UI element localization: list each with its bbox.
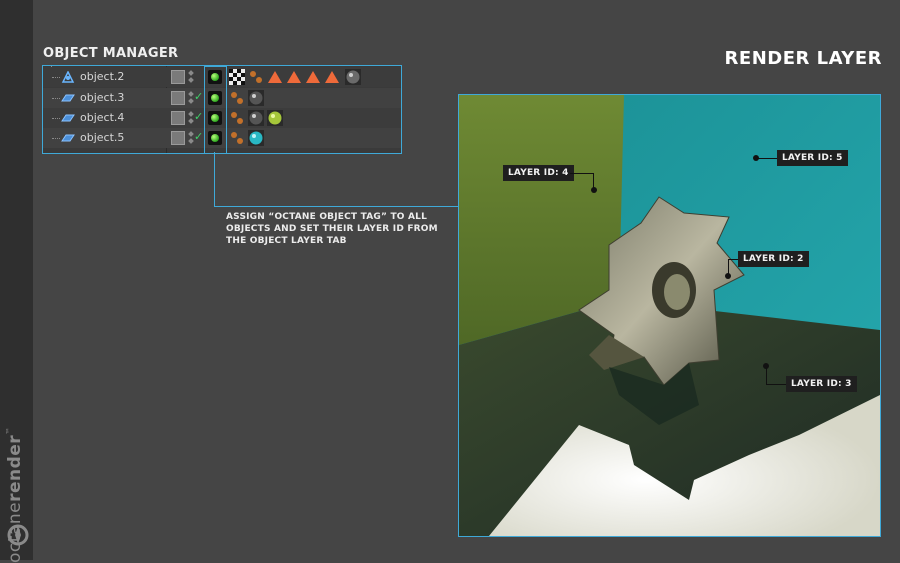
label-leader-line xyxy=(570,173,593,174)
label-leader-line xyxy=(757,158,777,159)
label-leader-line xyxy=(766,384,786,385)
texture-dots-icon[interactable] xyxy=(229,130,245,146)
layer-marker xyxy=(591,187,597,193)
layer-id-label: LAYER ID: 3 xyxy=(786,376,857,392)
null-object-icon xyxy=(61,71,75,83)
octane-render-logo: octanerender™ xyxy=(2,308,32,563)
selection-triangle-icon[interactable] xyxy=(305,69,321,85)
texture-dots-icon[interactable] xyxy=(248,69,264,85)
plane-object-icon xyxy=(61,134,75,142)
object-name[interactable]: object.5 xyxy=(80,131,124,144)
material-sphere-icon[interactable] xyxy=(248,110,264,126)
tree-branch xyxy=(52,98,60,100)
visibility-toggle[interactable] xyxy=(171,131,185,145)
visibility-toggle[interactable] xyxy=(171,91,185,105)
texture-dots-icon[interactable] xyxy=(229,90,245,106)
texture-dots-icon[interactable] xyxy=(229,110,245,126)
render-dots-icon[interactable] xyxy=(187,70,195,84)
material-sphere-icon[interactable] xyxy=(345,69,361,85)
octane-logo-icon xyxy=(7,524,29,546)
selection-triangle-icon[interactable] xyxy=(324,69,340,85)
selection-triangle-icon[interactable] xyxy=(267,69,283,85)
visibility-toggle[interactable] xyxy=(171,111,185,125)
layer-marker xyxy=(753,155,759,161)
plane-object-icon xyxy=(61,114,75,122)
teal-material-sphere-icon[interactable] xyxy=(248,130,264,146)
material-sphere-icon[interactable] xyxy=(248,90,264,106)
check-icon[interactable]: ✓ xyxy=(194,130,203,143)
callout-connector xyxy=(214,206,458,207)
tree-branch xyxy=(52,138,60,140)
check-icon[interactable]: ✓ xyxy=(194,110,203,123)
render-layer-title: RENDER LAYER xyxy=(724,48,882,69)
layer-id-label: LAYER ID: 4 xyxy=(503,165,574,181)
callout-instruction: ASSIGN “OCTANE OBJECT TAG” TO ALL OBJECT… xyxy=(226,212,438,246)
green-material-sphere-icon[interactable] xyxy=(267,110,283,126)
octane-tag-column-highlight xyxy=(204,66,227,154)
check-icon[interactable]: ✓ xyxy=(194,90,203,103)
visibility-toggle[interactable] xyxy=(171,70,185,84)
tree-branch xyxy=(52,77,60,79)
selection-triangle-icon[interactable] xyxy=(286,69,302,85)
layer-id-label: LAYER ID: 2 xyxy=(738,251,809,267)
object-manager-panel: object.2 object.3 ✓ object.4 ✓ object.5 … xyxy=(42,65,402,154)
layer-id-label: LAYER ID: 5 xyxy=(777,150,848,166)
layer-marker xyxy=(725,273,731,279)
layer-marker xyxy=(763,363,769,369)
callout-connector xyxy=(214,152,215,206)
label-leader-line xyxy=(728,259,738,260)
checker-tag-icon[interactable] xyxy=(229,69,245,85)
object-name[interactable]: object.2 xyxy=(80,70,124,83)
object-name[interactable]: object.3 xyxy=(80,91,124,104)
label-leader-line xyxy=(766,367,767,384)
object-name[interactable]: object.4 xyxy=(80,111,124,124)
object-manager-title: OBJECT MANAGER xyxy=(43,46,179,61)
plane-object-icon xyxy=(61,94,75,102)
tree-branch xyxy=(52,118,60,120)
brand-sidebar: octanerender™ xyxy=(0,0,33,563)
